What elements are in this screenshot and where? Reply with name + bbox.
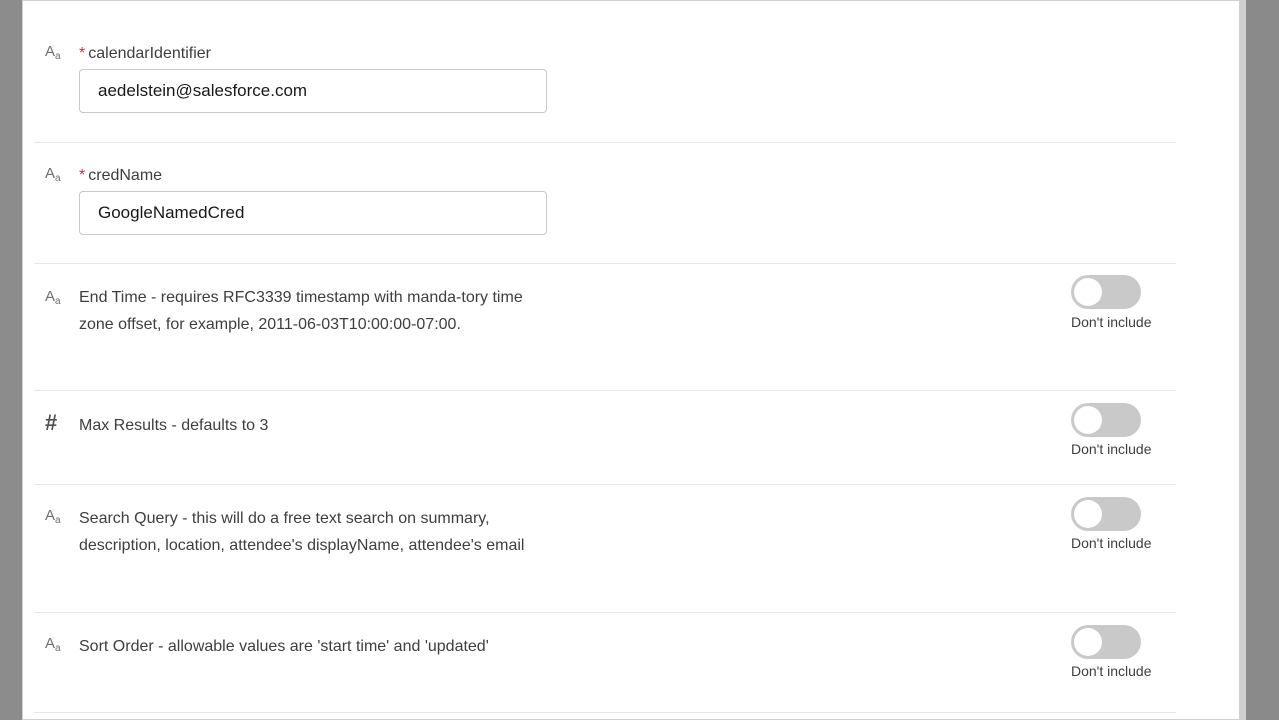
field-row-sort-order: Aa Sort Order - allowable values are 'st… — [34, 612, 1176, 713]
required-marker: * — [79, 167, 86, 184]
text-type-icon: Aa — [45, 165, 61, 184]
field-row-calendar-identifier: Aa * calendarIdentifier — [34, 20, 1176, 143]
cred-name-input[interactable] — [79, 191, 547, 235]
toggle-label-sort-order: Don't include — [1071, 663, 1152, 679]
toggle-knob — [1074, 278, 1102, 306]
field-row-end-time: Aa End Time - requires RFC3339 timestamp… — [34, 263, 1176, 391]
toggle-knob — [1074, 406, 1102, 434]
field-description-max-results: Max Results - defaults to 3 — [79, 417, 269, 434]
field-label-cred-name: * credName — [79, 167, 163, 184]
text-type-icon: Aa — [45, 635, 61, 654]
field-description-search-query: Search Query - this will do a free text … — [79, 510, 525, 554]
field-label-calendar-identifier: * calendarIdentifier — [79, 45, 211, 62]
number-type-icon: # — [45, 410, 58, 435]
text-type-icon: Aa — [45, 507, 61, 526]
field-row-max-results: # Max Results - defaults to 3 Don't incl… — [34, 390, 1176, 485]
calendar-identifier-input[interactable] — [79, 69, 547, 113]
include-toggle-end-time[interactable] — [1071, 275, 1141, 309]
toggle-knob — [1074, 628, 1102, 656]
toggle-knob — [1074, 500, 1102, 528]
include-toggle-search-query[interactable] — [1071, 497, 1141, 531]
toggle-label-max-results: Don't include — [1071, 441, 1152, 457]
field-row-cred-name: Aa * credName — [34, 142, 1176, 264]
toggle-label-end-time: Don't include — [1071, 314, 1152, 330]
background-right — [1246, 0, 1279, 720]
text-type-icon: Aa — [45, 288, 61, 307]
background-left — [0, 0, 22, 720]
required-marker: * — [79, 45, 86, 62]
field-description-sort-order: Sort Order - allowable values are 'start… — [79, 638, 489, 655]
include-toggle-sort-order[interactable] — [1071, 625, 1141, 659]
field-row-search-query: Aa Search Query - this will do a free te… — [34, 484, 1176, 613]
toggle-label-search-query: Don't include — [1071, 535, 1152, 551]
text-type-icon: Aa — [45, 43, 61, 62]
field-description-end-time: End Time - requires RFC3339 timestamp wi… — [79, 289, 523, 333]
include-toggle-max-results[interactable] — [1071, 403, 1141, 437]
